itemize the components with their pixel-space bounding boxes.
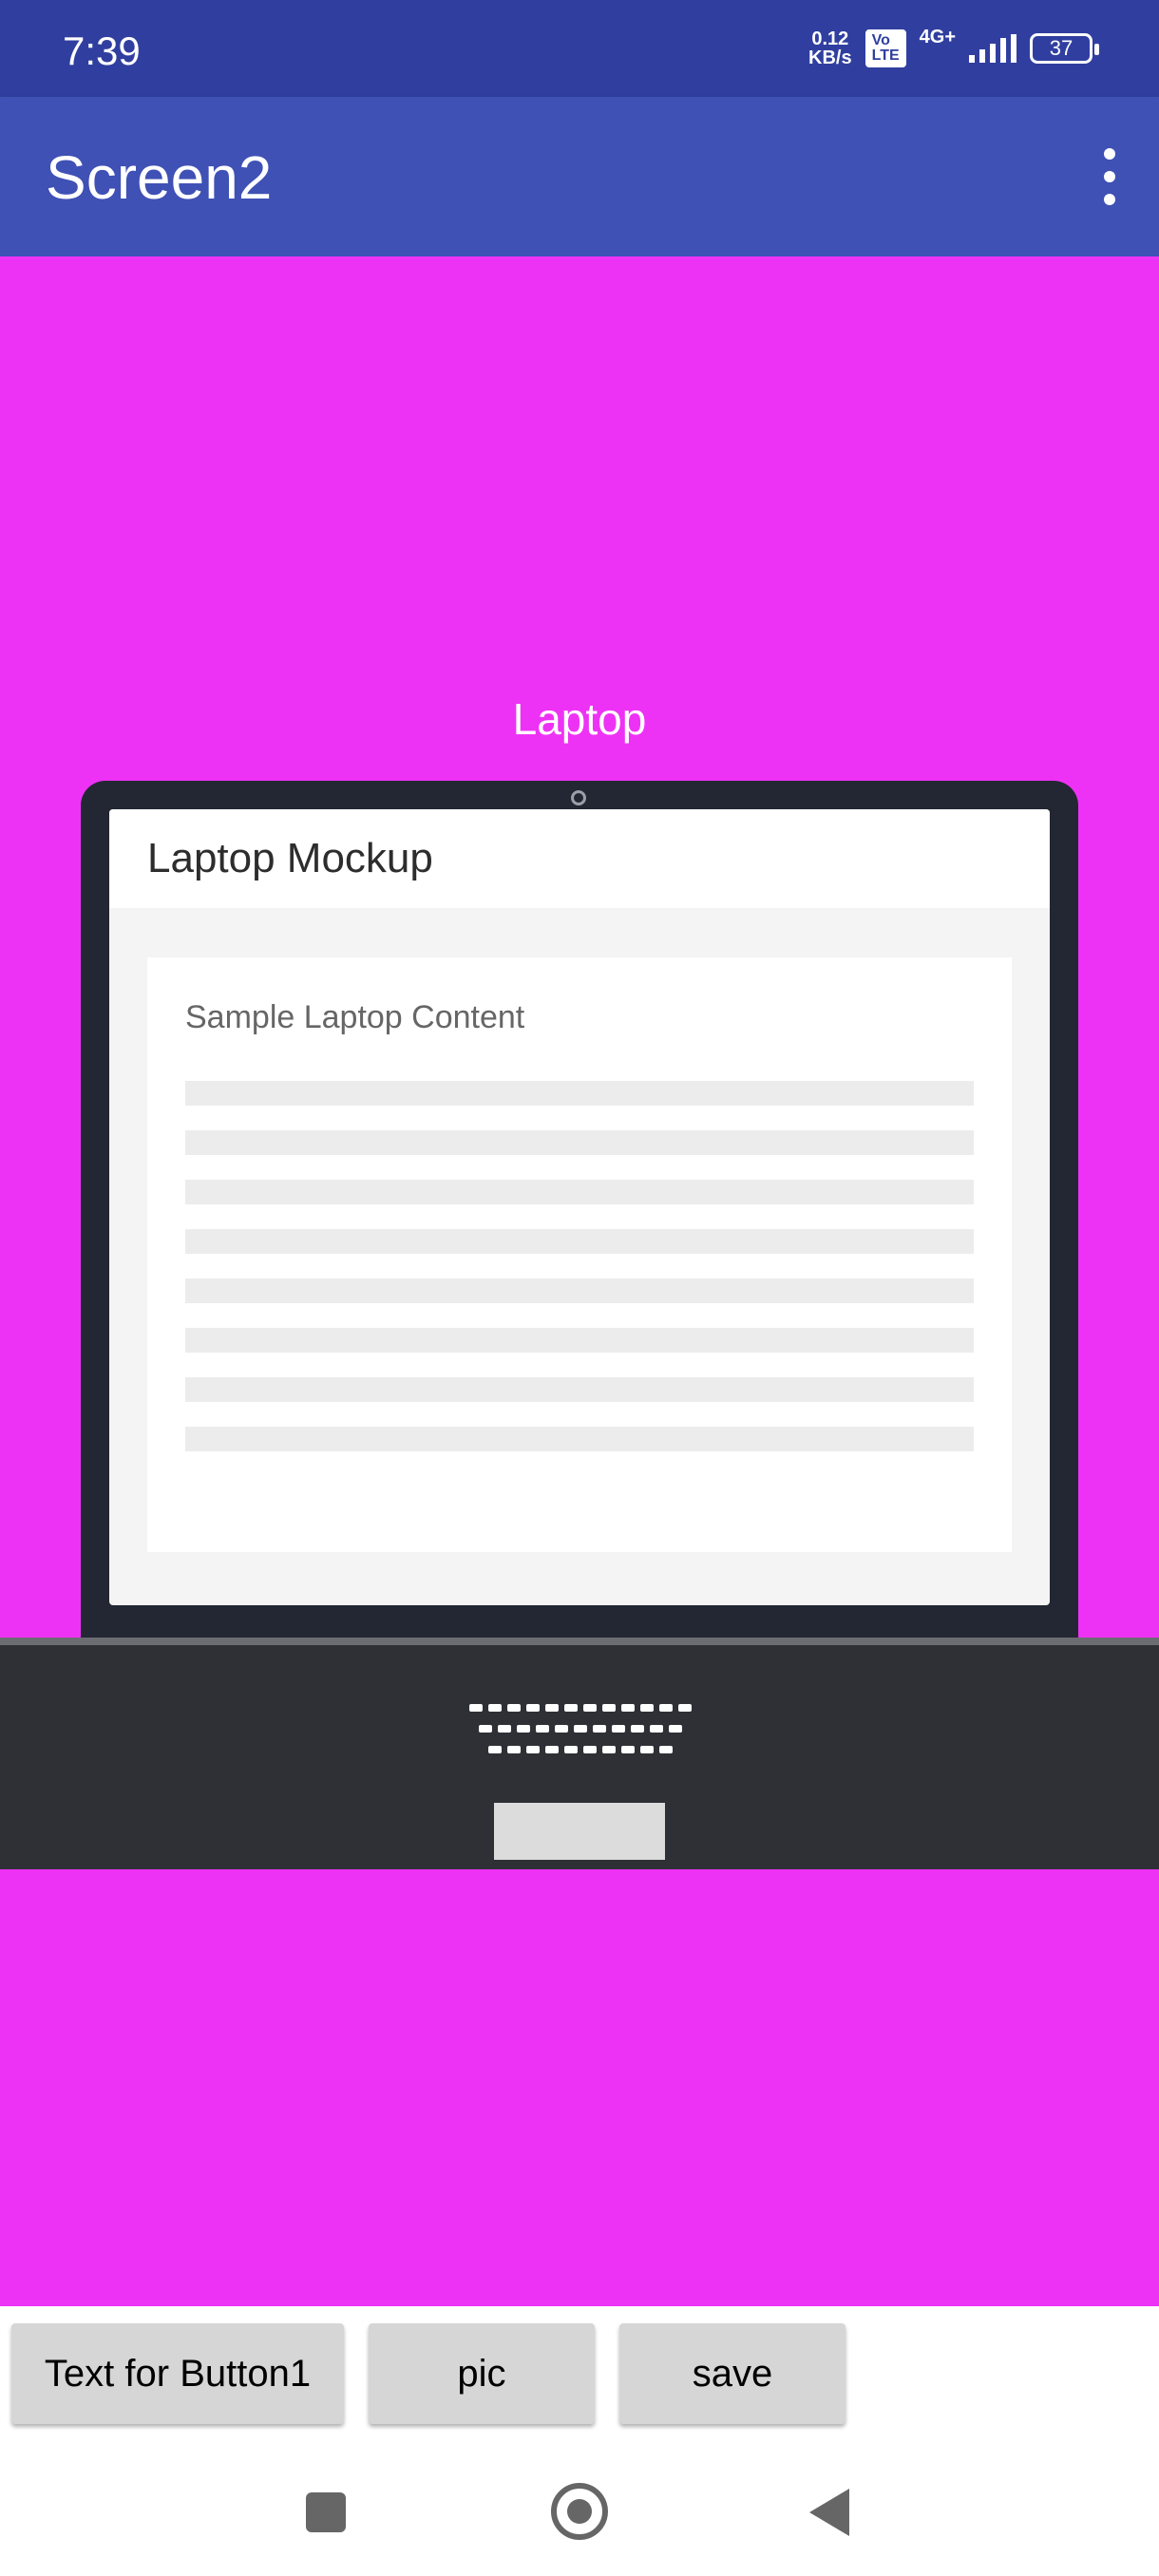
laptop-base [0, 1638, 1159, 1869]
card-title: Sample Laptop Content [185, 999, 525, 1035]
recent-apps-icon[interactable] [306, 2492, 346, 2532]
placeholder-line [185, 1180, 974, 1204]
network-speed-unit: KB/s [808, 47, 852, 68]
navigation-bar [0, 2439, 1159, 2576]
laptop-screen: Laptop Mockup Sample Laptop Content [109, 809, 1050, 1605]
network-type: 4G+ [919, 26, 956, 47]
app-bar: Screen2 [0, 97, 1159, 256]
screen-card: Sample Laptop Content [147, 957, 1012, 1552]
placeholder-line [185, 1377, 974, 1402]
back-icon[interactable] [809, 2489, 849, 2536]
placeholder-line [185, 1229, 974, 1254]
battery-level: 37 [1049, 36, 1074, 60]
home-icon[interactable] [551, 2483, 608, 2540]
battery-icon: 37 [1030, 33, 1099, 64]
status-icons: 0.12 KB/s Vo LTE 4G+ 37 [808, 23, 1099, 74]
placeholder-line [185, 1427, 974, 1451]
placeholder-line [185, 1328, 974, 1353]
volte-icon: Vo LTE [864, 29, 906, 67]
placeholder-line [185, 1279, 974, 1303]
network-speed: 0.12 KB/s [808, 29, 852, 67]
keyboard-icon [462, 1704, 699, 1767]
status-time: 7:39 [63, 28, 141, 73]
button1[interactable]: Text for Button1 [11, 2323, 344, 2424]
laptop-label: Laptop [512, 694, 647, 744]
save-button[interactable]: save [619, 2323, 846, 2424]
camera-icon [571, 790, 586, 805]
laptop-screen-frame: Laptop Mockup Sample Laptop Content [81, 781, 1078, 1647]
signal-icon [969, 34, 1016, 63]
placeholder-line [185, 1130, 974, 1155]
screen-header-title: Laptop Mockup [147, 835, 433, 881]
app-title: Screen2 [46, 143, 273, 212]
overflow-menu-icon[interactable] [1098, 148, 1121, 205]
button-bar: Text for Button1 pic save [0, 2306, 1159, 2439]
volte-bottom: LTE [871, 47, 900, 64]
content-area: Laptop Laptop Mockup Sample Laptop Conte… [0, 256, 1159, 2306]
network-speed-value: 0.12 [811, 28, 849, 49]
pic-button[interactable]: pic [369, 2323, 595, 2424]
placeholder-line [185, 1081, 974, 1106]
status-bar: 7:39 0.12 KB/s Vo LTE 4G+ 37 [0, 0, 1159, 97]
screen-header: Laptop Mockup [109, 809, 1050, 908]
trackpad [494, 1803, 665, 1860]
volte-top: Vo [871, 32, 890, 48]
placeholder-lines [185, 1081, 974, 1476]
